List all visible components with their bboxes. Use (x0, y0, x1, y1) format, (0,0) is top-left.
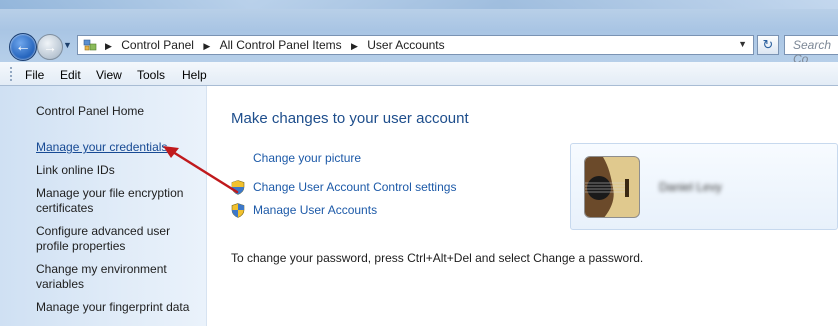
user-name: Daniel Levy (659, 180, 722, 194)
address-history-dropdown-icon[interactable]: ▼ (738, 39, 747, 49)
sidebar-item-fingerprint-data[interactable]: Manage your fingerprint data (36, 300, 201, 315)
menu-help[interactable]: Help (182, 68, 207, 82)
refresh-icon[interactable]: ↻ (757, 35, 779, 55)
breadcrumb-control-panel[interactable]: Control Panel (121, 38, 194, 53)
back-button[interactable]: ← (9, 33, 37, 61)
menu-tools[interactable]: Tools (137, 68, 165, 82)
window-chrome: ← → ▼ ▶ Control Panel ▶ All Control Pane… (0, 0, 838, 66)
menu-grip (10, 67, 12, 81)
sidebar-item-advanced-profile-properties[interactable]: Configure advanced user profile properti… (36, 224, 186, 254)
breadcrumb-all-items[interactable]: All Control Panel Items (220, 38, 342, 53)
menu-file[interactable]: File (25, 68, 44, 82)
forward-button[interactable]: → (37, 34, 63, 60)
menu-view[interactable]: View (96, 68, 122, 82)
menu-edit[interactable]: Edit (60, 68, 81, 82)
recent-pages-dropdown-icon[interactable]: ▼ (63, 40, 72, 50)
address-bar[interactable]: ▶ Control Panel ▶ All Control Panel Item… (77, 35, 754, 55)
page-title: Make changes to your user account (231, 110, 469, 127)
breadcrumb-separator-icon[interactable]: ▶ (203, 39, 210, 54)
breadcrumb-separator-icon[interactable]: ▶ (105, 39, 112, 54)
guitar-picture-icon (585, 157, 639, 217)
change-picture-link[interactable]: Change your picture (253, 151, 361, 165)
sidebar-item-control-panel-home[interactable]: Control Panel Home (36, 104, 201, 119)
manage-user-accounts-link[interactable]: Manage User Accounts (253, 203, 377, 217)
password-info-text: To change your password, press Ctrl+Alt+… (231, 251, 644, 265)
search-input[interactable]: Search Co (784, 35, 838, 66)
uac-shield-icon (231, 203, 245, 218)
title-strip (0, 0, 838, 9)
sidebar-item-environment-variables[interactable]: Change my environment variables (36, 262, 186, 292)
breadcrumb-user-accounts[interactable]: User Accounts (367, 38, 444, 53)
annotation-arrow (163, 146, 239, 194)
user-account-card: Daniel Levy (570, 143, 838, 230)
avatar[interactable] (584, 156, 640, 218)
change-uac-settings-link[interactable]: Change User Account Control settings (253, 180, 456, 194)
control-panel-icon (83, 39, 97, 51)
menu-bar: File Edit View Tools Help (0, 62, 838, 86)
breadcrumb-separator-icon[interactable]: ▶ (351, 39, 358, 54)
